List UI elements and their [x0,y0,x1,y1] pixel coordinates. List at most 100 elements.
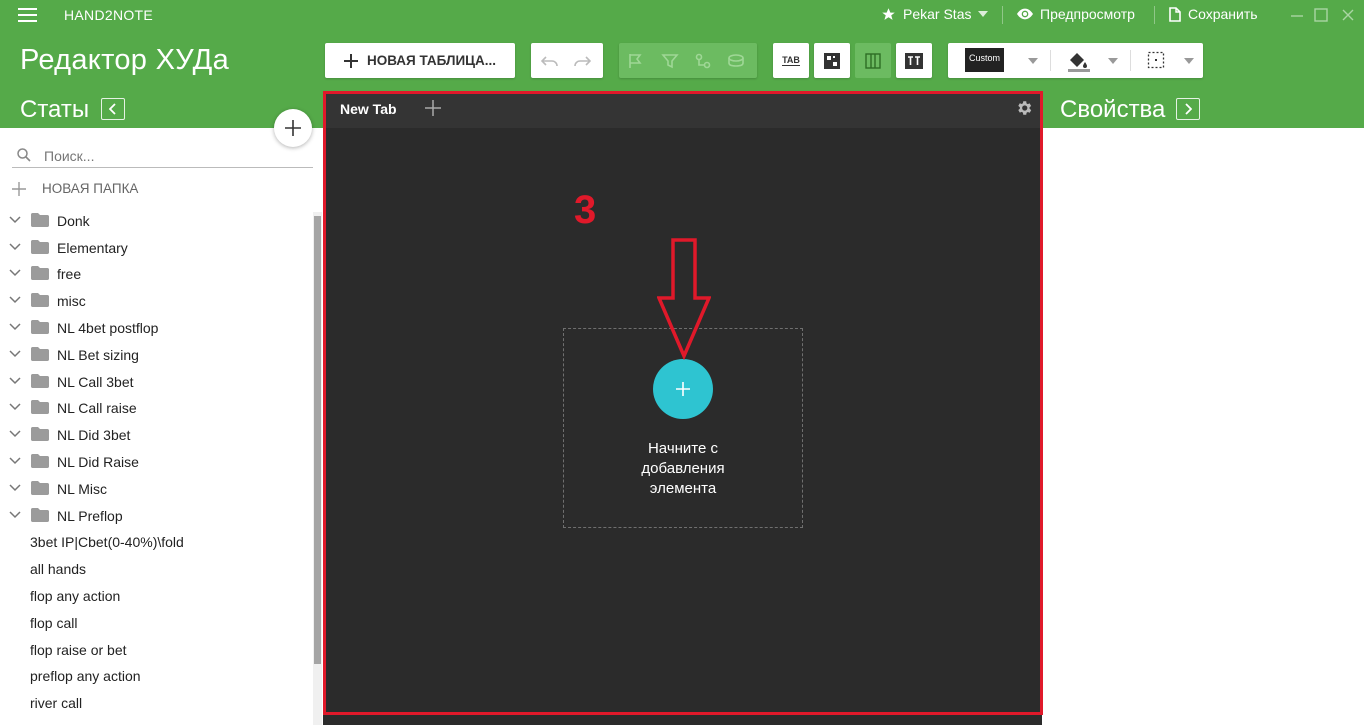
save-button[interactable]: Сохранить [1169,6,1258,22]
folder-row[interactable]: NL Did Raise [0,448,310,475]
route-tool-icon [695,53,711,68]
folder-label: NL 4bet postflop [57,320,159,336]
grid-tool-button[interactable] [814,43,850,78]
preview-button[interactable]: Предпросмотр [1017,6,1135,22]
sidebar-scrollbar[interactable] [313,212,322,725]
add-tab-icon[interactable] [425,100,441,116]
tab-button[interactable]: TAB [773,43,809,78]
app-name: HAND2NOTE [64,7,154,23]
new-folder-button[interactable]: НОВАЯ ПАПКА [12,181,138,196]
columns-tool-button[interactable] [855,43,891,78]
folder-label: NL Did Raise [57,454,139,470]
gear-icon[interactable] [1015,99,1033,117]
scrollbar-thumb[interactable] [314,216,321,664]
caret-down-icon [978,11,989,17]
folder-label: NL Call raise [57,400,137,416]
stat-item[interactable]: all hands [30,561,86,577]
chevron-left-icon [109,103,116,115]
eye-icon [1017,8,1033,20]
chevron-down-icon[interactable] [9,484,21,492]
user-menu[interactable]: Pekar Stas [881,6,989,22]
empty-state-line: добавления [641,460,725,477]
grid-pattern-icon [824,52,840,69]
stat-item[interactable]: 3bet IP|Cbet(0-40%)\fold [30,534,184,550]
minimize-icon[interactable] [1290,8,1304,22]
caret-down-icon[interactable] [1108,58,1118,64]
folder-row[interactable]: NL Bet sizing [0,341,310,368]
folder-label: free [57,266,82,282]
new-table-label: НОВАЯ ТАБЛИЦА... [366,53,497,68]
chevron-down-icon[interactable] [9,377,21,385]
divider [1154,6,1155,24]
tool-3-button[interactable] [690,48,716,73]
chevron-down-icon[interactable] [9,323,21,331]
add-element-button[interactable] [653,359,713,419]
chevron-down-icon[interactable] [9,269,21,277]
folder-row[interactable]: NL Preflop [0,502,310,529]
stat-item[interactable]: flop raise or bet [30,642,127,658]
folder-icon [31,213,49,227]
collapse-stats-button[interactable] [101,98,125,120]
caret-down-icon[interactable] [1028,58,1038,64]
search-input[interactable] [44,146,304,166]
add-stat-button[interactable] [274,109,312,147]
properties-title: Свойства [1060,96,1166,123]
stat-item[interactable]: flop any action [30,588,120,604]
chevron-down-icon[interactable] [9,511,21,519]
undo-button[interactable] [537,48,563,73]
title-bar: HAND2NOTE Pekar Stas Предпросмотр Сохран… [0,0,1364,30]
text-tool-button[interactable] [896,43,932,78]
folder-row[interactable]: NL Call 3bet [0,368,310,395]
redo-button[interactable] [569,48,595,73]
folder-icon [31,293,49,307]
paint-bucket-icon[interactable] [1066,48,1090,72]
document-icon [1169,6,1181,22]
new-table-button[interactable]: НОВАЯ ТАБЛИЦА... [325,43,515,78]
maximize-icon[interactable] [1314,8,1328,22]
chevron-down-icon[interactable] [9,296,21,304]
filter-tool-icon [661,53,679,68]
tool-2-button[interactable] [657,48,683,73]
caret-down-icon[interactable] [1184,58,1194,64]
chevron-down-icon[interactable] [9,457,21,465]
flag-tool-icon [629,53,642,68]
redo-icon [574,55,591,66]
history-toolbar [531,43,603,78]
plus-icon [12,181,26,196]
chevron-down-icon[interactable] [9,216,21,224]
hamburger-menu-icon[interactable] [18,8,37,22]
custom-style-swatch[interactable]: Custom [965,48,1004,72]
chevron-down-icon[interactable] [9,243,21,251]
page-title: Редактор ХУДа [20,44,230,76]
border-style-icon[interactable] [1147,51,1165,69]
folder-row[interactable]: Donk [0,207,310,234]
folder-row[interactable]: free [0,260,310,287]
collapse-properties-button[interactable] [1176,98,1200,120]
folder-row[interactable]: NL Did 3bet [0,421,310,448]
divider [1002,6,1003,24]
close-icon[interactable] [1341,8,1355,22]
folder-row[interactable]: Elementary [0,234,310,261]
tab-button-label: TAB [782,55,800,66]
chevron-down-icon[interactable] [9,430,21,438]
folder-label: NL Misc [57,481,108,497]
tool-1-button[interactable] [623,48,649,73]
tab-new-tab[interactable]: New Tab [340,101,397,117]
folder-label: Elementary [57,240,128,256]
folder-icon [31,481,49,495]
folder-row[interactable]: misc [0,287,310,314]
tool-4-button[interactable] [723,48,749,73]
chevron-down-icon[interactable] [9,350,21,358]
folder-row[interactable]: NL Call raise [0,394,310,421]
folder-row[interactable]: NL Misc [0,475,310,502]
divider [1050,50,1051,71]
folder-icon [31,508,49,522]
stat-item[interactable]: preflop any action [30,668,141,684]
user-name: Pekar Stas [903,6,972,22]
folder-label: Donk [57,213,90,229]
columns-icon [865,52,881,69]
stat-item[interactable]: river call [30,695,82,711]
folder-row[interactable]: NL 4bet postflop [0,314,310,341]
chevron-down-icon[interactable] [9,403,21,411]
stat-item[interactable]: flop call [30,615,77,631]
